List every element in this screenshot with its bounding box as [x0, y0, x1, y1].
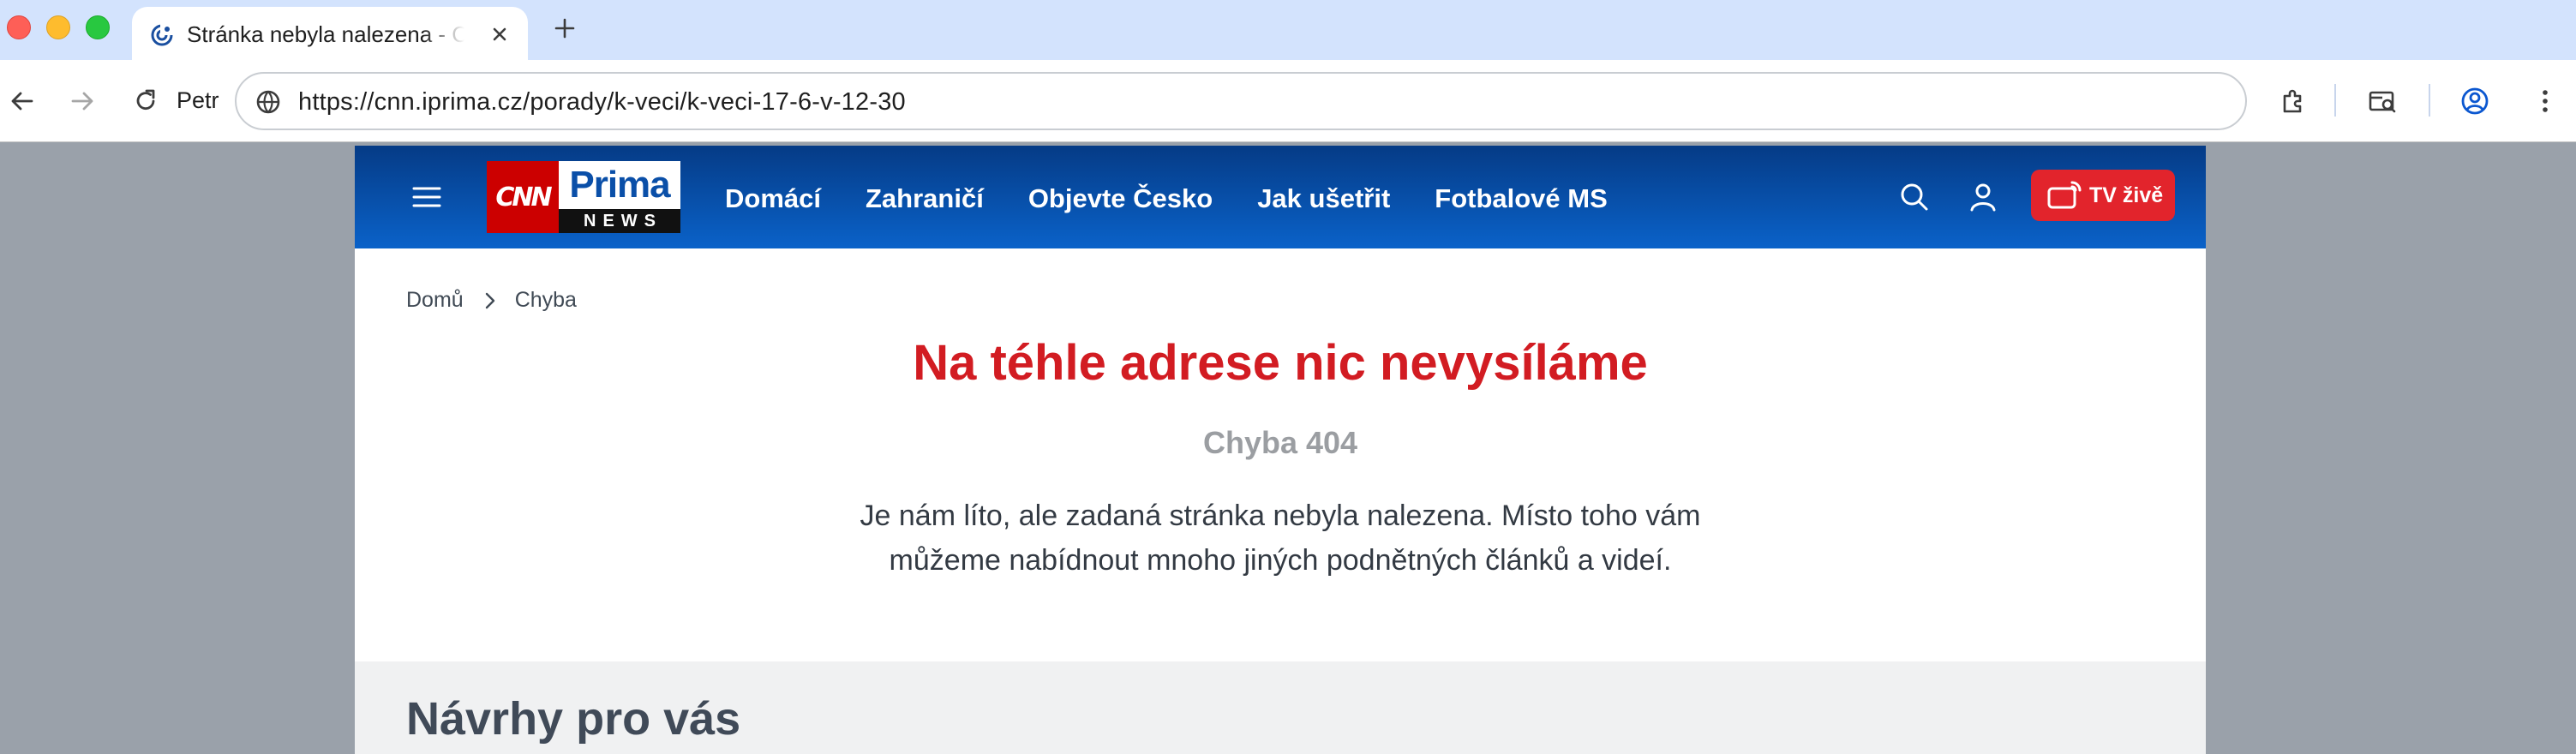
toolbar-separator	[2429, 84, 2430, 117]
extensions-icon[interactable]	[2278, 86, 2309, 117]
more-menu-icon[interactable]	[2530, 86, 2561, 117]
close-window-button[interactable]	[7, 15, 31, 39]
nav-item-fotbalove-ms[interactable]: Fotbalové MS	[1435, 183, 1608, 214]
breadcrumb-home[interactable]: Domů	[406, 288, 464, 313]
tv-live-button[interactable]: TV živě	[2031, 170, 2175, 221]
toolbar-separator	[2334, 84, 2336, 117]
tv-live-label: TV živě	[2089, 183, 2164, 207]
error-title: Na téhle adrese nic nevysíláme	[913, 335, 1648, 391]
url-text[interactable]: https://cnn.iprima.cz/porady/k-veci/k-ve…	[298, 88, 906, 117]
logo-cnn: CNN	[487, 161, 559, 233]
error-code: Chyba 404	[1202, 425, 1358, 460]
nav-item-jak-usetrit[interactable]: Jak ušetřit	[1257, 183, 1390, 214]
site-info-icon[interactable]	[254, 87, 283, 117]
chevron-right-icon	[485, 292, 494, 308]
back-arrow-icon[interactable]	[7, 86, 38, 117]
suggestions-section: Návrhy pro vás	[355, 661, 2206, 754]
nav-item-zahranici[interactable]: Zahraničí	[866, 183, 984, 214]
breadcrumb-current: Chyba	[514, 288, 577, 312]
forward-arrow-icon[interactable]	[67, 86, 98, 117]
active-tab[interactable]: Stránka nebyla nalezena - CNN Prima NEWS	[132, 7, 528, 60]
maximize-window-button[interactable]	[86, 15, 110, 39]
site-header: CNN Prima NEWS Domácí Zahraničí Objevte …	[355, 146, 2206, 248]
tab-title: Stránka nebyla nalezena - CNN Prima NEWS	[187, 21, 464, 47]
reload-icon[interactable]	[130, 86, 161, 117]
logo-news: NEWS	[559, 209, 680, 233]
search-icon[interactable]	[1897, 180, 1932, 214]
close-icon[interactable]	[487, 21, 512, 47]
profile-name-label[interactable]: Petr	[177, 87, 219, 114]
main-navigation: Domácí Zahraničí Objevte Česko Jak ušetř…	[725, 183, 1608, 214]
minimize-window-button[interactable]	[46, 15, 70, 39]
web-page: CNN Prima NEWS Domácí Zahraničí Objevte …	[355, 146, 2206, 754]
nav-item-domaci[interactable]: Domácí	[725, 183, 821, 214]
browser-tab-strip: Stránka nebyla nalezena - CNN Prima NEWS	[0, 0, 2576, 60]
suggestions-title: Návrhy pro vás	[406, 693, 741, 745]
cnn-prima-news-logo[interactable]: CNN Prima NEWS	[487, 161, 680, 233]
logo-prima: Prima	[559, 161, 680, 209]
breadcrumb: Domů Chyba	[406, 288, 577, 313]
address-bar[interactable]: https://cnn.iprima.cz/porady/k-veci/k-ve…	[235, 72, 2247, 130]
user-icon[interactable]	[1966, 180, 2000, 214]
profile-icon[interactable]	[2459, 86, 2490, 117]
new-tab-icon[interactable]	[550, 14, 579, 43]
tv-icon	[2047, 181, 2082, 209]
tab-search-icon[interactable]	[2367, 86, 2398, 117]
site-favicon-icon	[151, 24, 173, 46]
nav-item-objevte-cesko[interactable]: Objevte Česko	[1028, 183, 1213, 214]
error-message: Je nám líto, ale zadaná stránka nebyla n…	[860, 500, 1701, 577]
menu-icon[interactable]	[411, 182, 442, 212]
browser-toolbar: Petr https://cnn.iprima.cz/porady/k-veci…	[0, 60, 2576, 142]
